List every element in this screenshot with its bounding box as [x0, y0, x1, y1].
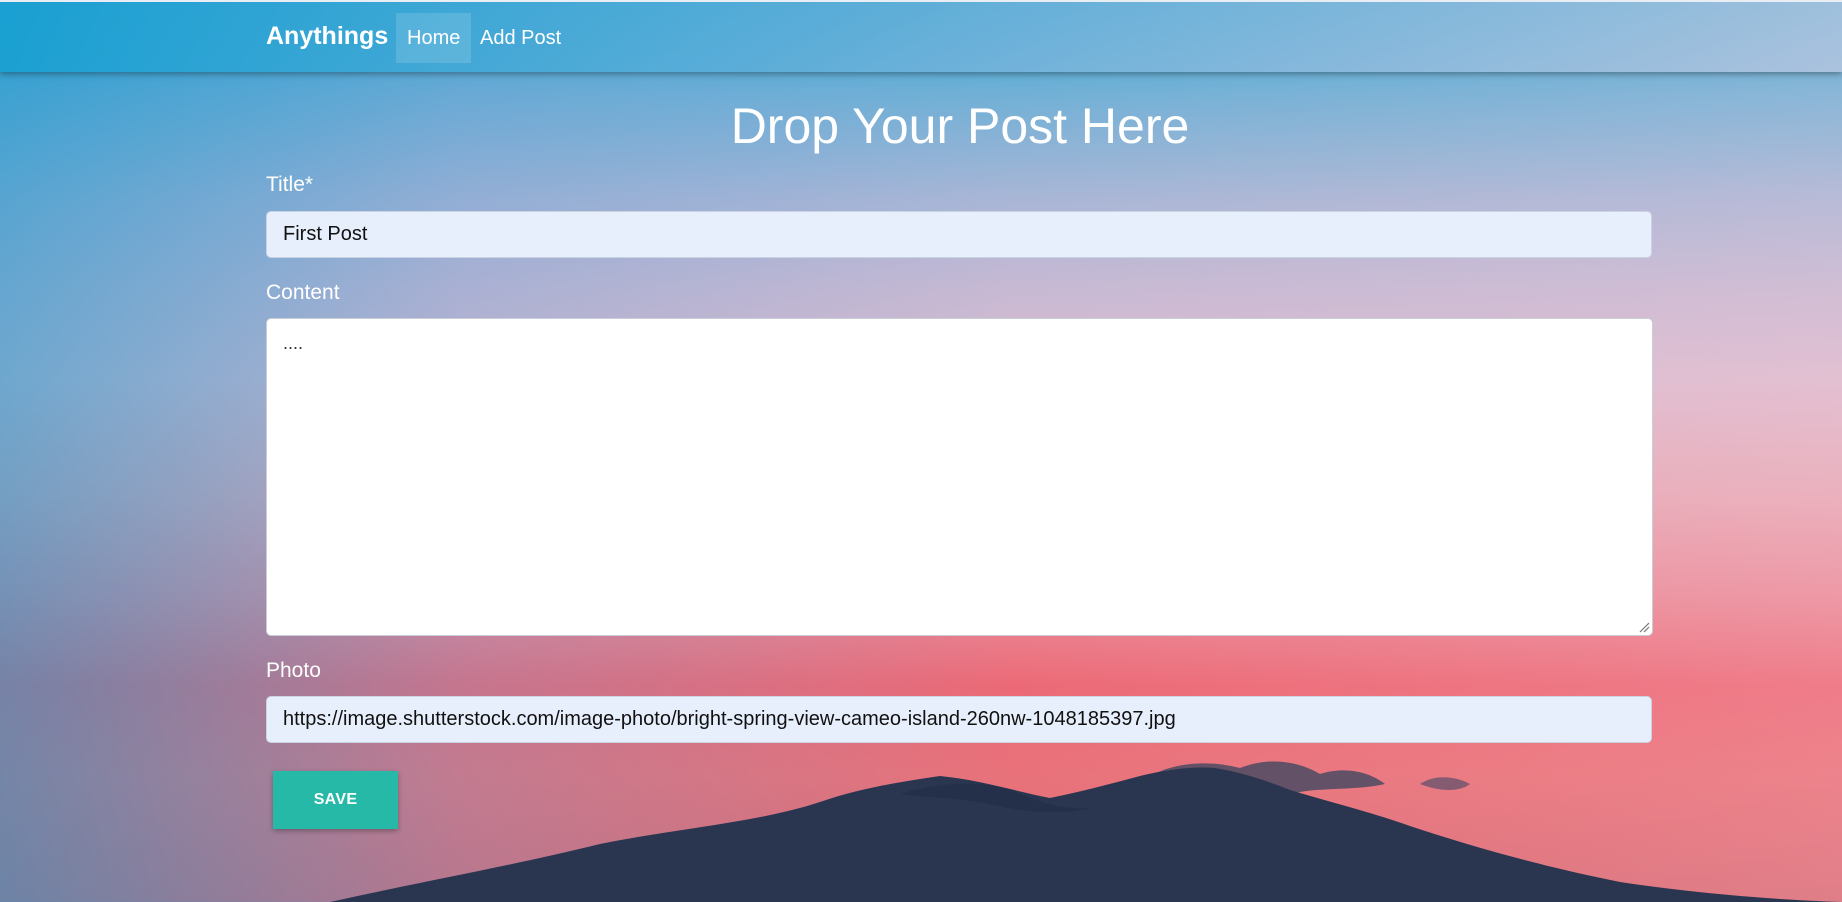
content-text: .... — [283, 333, 304, 353]
content-label: Content — [266, 281, 340, 304]
nav-home-link[interactable]: Home — [396, 13, 472, 63]
page-title: Drop Your Post Here — [730, 98, 1190, 154]
photo-label: Photo — [266, 659, 321, 682]
navbar: Anythings Home Add Post — [0, 0, 1842, 72]
photo-url-input[interactable]: https://image.shutterstock.com/image-pho… — [266, 696, 1652, 743]
title-label: Title* — [266, 173, 314, 196]
resize-handle-icon[interactable] — [1638, 621, 1650, 633]
brand-logo[interactable]: Anythings — [266, 22, 388, 51]
content-textarea[interactable]: .... — [266, 318, 1653, 636]
nav-add-post-link[interactable]: Add Post — [469, 13, 572, 63]
title-input[interactable]: First Post — [266, 211, 1652, 258]
save-button[interactable]: SAVE — [273, 771, 398, 829]
